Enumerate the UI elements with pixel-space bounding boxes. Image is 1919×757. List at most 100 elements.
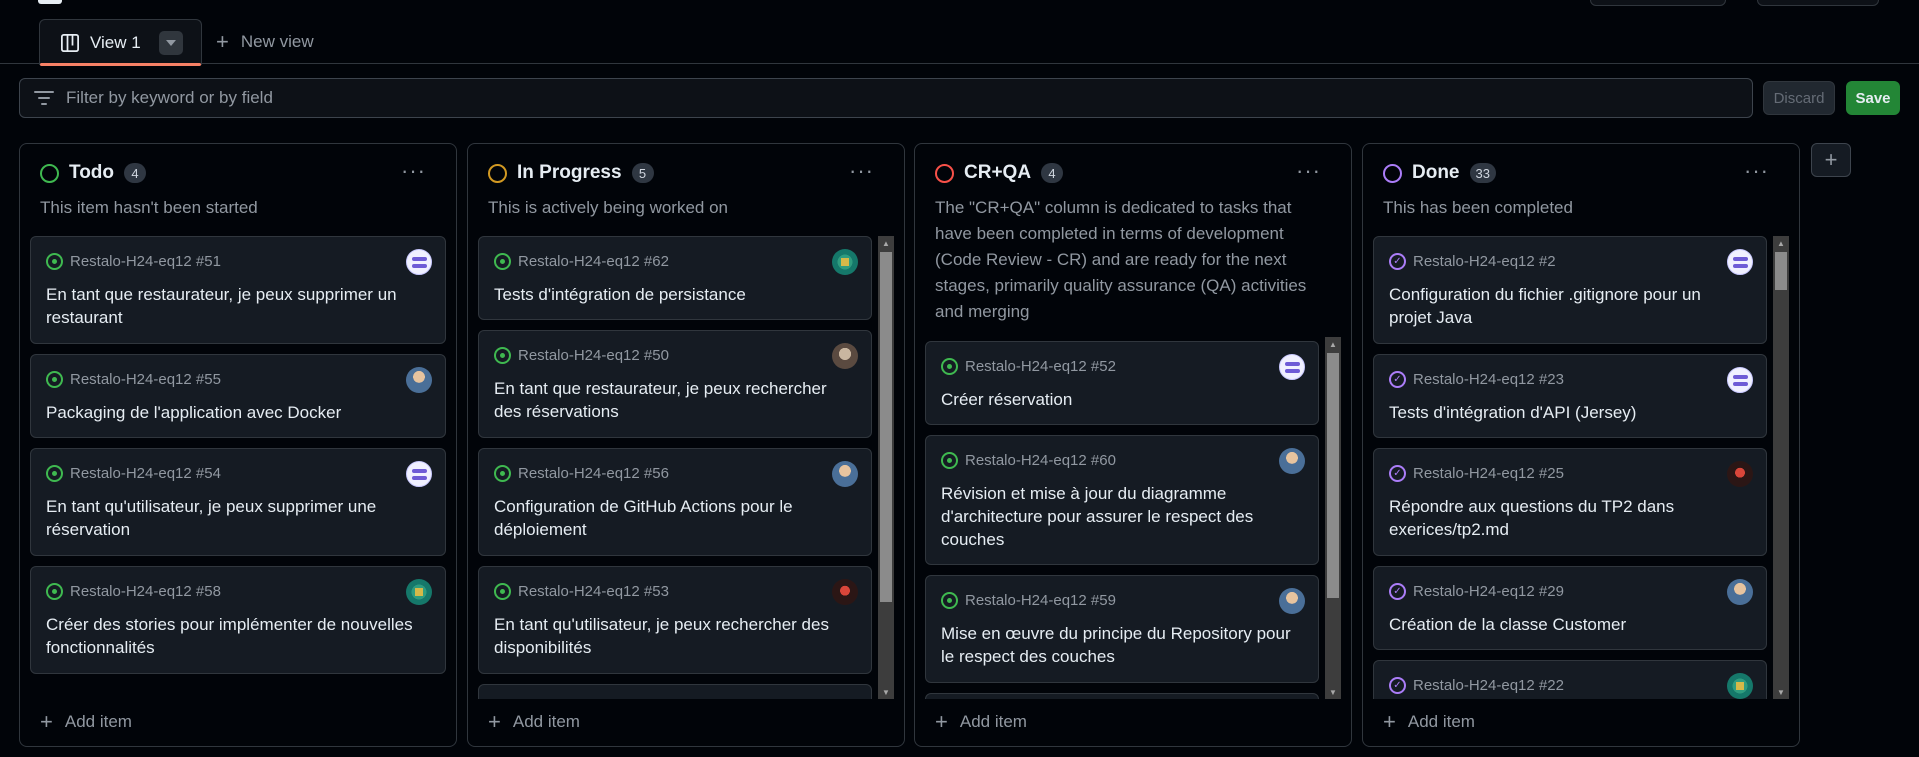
add-item-button[interactable]: + Add item [40, 708, 132, 736]
issue-card[interactable]: Restalo-H24-eq12 #60 Révision et mise à … [925, 435, 1319, 565]
scrollbar[interactable]: ▲ ▼ [1325, 337, 1341, 699]
avatar[interactable] [832, 461, 858, 487]
scrollbar-thumb[interactable] [1327, 353, 1339, 598]
column-title: Todo [69, 162, 115, 183]
avatar[interactable] [1279, 588, 1305, 614]
column-count: 4 [1041, 163, 1064, 183]
add-column-button[interactable]: + [1811, 143, 1851, 177]
issue-card[interactable]: Restalo-H24-eq12 #54 En tant qu'utilisat… [30, 448, 446, 556]
avatar[interactable] [406, 367, 432, 393]
view-options-button[interactable] [158, 30, 183, 55]
issue-title[interactable]: En tant que restaurateur, je peux recher… [494, 377, 857, 423]
scrollbar-thumb[interactable] [1775, 252, 1787, 290]
avatar[interactable] [832, 249, 858, 275]
new-view-button[interactable]: + New view [216, 26, 314, 58]
avatar[interactable] [1279, 354, 1305, 380]
scroll-down-icon[interactable]: ▼ [878, 685, 894, 699]
scroll-up-icon[interactable]: ▲ [1773, 236, 1789, 250]
issue-card[interactable]: Restalo-H24-eq12 #59 Mise en œuvre du pr… [925, 575, 1319, 683]
issue-card[interactable]: Restalo-H24-eq12 #56 Configuration de Gi… [478, 448, 872, 556]
issue-ref: Restalo-H24-eq12 #53 [518, 582, 669, 600]
in-progress-status-icon [488, 163, 507, 183]
column-description: The "CR+QA" column is dedicated to tasks… [935, 198, 1307, 321]
issue-title[interactable]: Création de la classe Customer [1389, 613, 1752, 636]
column-menu-button[interactable]: ··· [401, 158, 426, 184]
issue-card[interactable]: ✓ Restalo-H24-eq12 #2 Configuration du fi… [1373, 236, 1767, 344]
avatar[interactable] [1279, 448, 1305, 474]
scroll-up-icon[interactable]: ▲ [878, 236, 894, 250]
issue-card[interactable]: Restalo-H24-eq12 #51 En tant que restaur… [30, 236, 446, 344]
issue-card[interactable]: ✓ Restalo-H24-eq12 #25 Répondre aux quest… [1373, 448, 1767, 556]
issue-card[interactable]: Restalo-H24-eq12 #50 En tant que restaur… [478, 330, 872, 438]
avatar[interactable] [832, 579, 858, 605]
avatar[interactable] [832, 343, 858, 369]
column-description: This is actively being worked on [488, 198, 729, 217]
avatar[interactable] [406, 249, 432, 275]
toolbar-button-partial[interactable] [1590, 0, 1726, 6]
issue-card[interactable] [478, 684, 872, 699]
issue-card[interactable]: Restalo-H24-eq12 #55 Packaging de l'appl… [30, 354, 446, 438]
add-item-button[interactable]: + Add item [488, 708, 580, 736]
issue-card[interactable]: Restalo-H24-eq12 #52 Créer réservation [925, 341, 1319, 425]
issue-closed-icon: ✓ [1389, 582, 1406, 600]
issue-title[interactable]: Tests d'intégration d'API (Jersey) [1389, 401, 1752, 424]
avatar[interactable] [1727, 461, 1753, 487]
avatar[interactable] [406, 461, 432, 487]
filter-input[interactable]: Filter by keyword or by field [19, 78, 1753, 118]
issue-ref: Restalo-H24-eq12 #52 [965, 357, 1116, 375]
issue-title[interactable]: Configuration de GitHub Actions pour le … [494, 495, 857, 541]
issue-ref: Restalo-H24-eq12 #62 [518, 252, 669, 270]
issue-title[interactable]: Créer des stories pour implémenter de no… [46, 613, 431, 659]
tab-view-1[interactable]: View 1 [39, 19, 202, 66]
column-menu-button[interactable]: ··· [849, 158, 874, 184]
cr-qa-status-icon [935, 163, 954, 183]
column-menu-button[interactable]: ··· [1296, 158, 1321, 184]
avatar[interactable] [1727, 367, 1753, 393]
filter-icon [34, 91, 54, 105]
board-icon [61, 33, 79, 52]
issue-title[interactable]: Configuration du fichier .gitignore pour… [1389, 283, 1752, 329]
filter-placeholder: Filter by keyword or by field [66, 88, 273, 107]
issue-title[interactable]: Packaging de l'application avec Docker [46, 401, 431, 424]
add-item-button[interactable]: + Add item [1383, 708, 1475, 736]
issue-card[interactable]: ✓ Restalo-H24-eq12 #23 Tests d'intégratio… [1373, 354, 1767, 438]
toolbar-button-group-partial[interactable] [1757, 0, 1879, 6]
issue-card[interactable]: ✓ Restalo-H24-eq12 #29 Création de la cla… [1373, 566, 1767, 650]
issue-title[interactable]: En tant qu'utilisateur, je peux supprime… [46, 495, 431, 541]
issue-title[interactable]: En tant que restaurateur, je peux suppri… [46, 283, 431, 329]
issue-title[interactable]: Révision et mise à jour du diagramme d'a… [941, 482, 1304, 551]
save-button[interactable]: Save [1846, 81, 1900, 115]
issue-card[interactable]: Restalo-H24-eq12 #53 En tant qu'utilisat… [478, 566, 872, 674]
issue-title[interactable]: En tant qu'utilisateur, je peux recherch… [494, 613, 857, 659]
add-item-button[interactable]: + Add item [935, 708, 1027, 736]
issue-title[interactable]: Tests d'intégration de persistance [494, 283, 857, 306]
discard-button[interactable]: Discard [1763, 81, 1835, 115]
scroll-up-icon[interactable]: ▲ [1325, 337, 1341, 351]
scrollbar[interactable]: ▲ ▼ [1773, 236, 1789, 699]
issue-title[interactable]: Répondre aux questions du TP2 dans exeri… [1389, 495, 1752, 541]
issue-card[interactable] [925, 693, 1319, 699]
issue-title[interactable]: Mise en œuvre du principe du Repository … [941, 622, 1304, 668]
avatar[interactable] [1727, 249, 1753, 275]
issue-closed-icon: ✓ [1389, 676, 1406, 694]
scrollbar-thumb[interactable] [880, 252, 892, 602]
issue-title[interactable]: Créer réservation [941, 388, 1304, 411]
card-list: Restalo-H24-eq12 #62 Tests d'intégration… [478, 236, 872, 699]
scroll-down-icon[interactable]: ▼ [1773, 685, 1789, 699]
avatar[interactable] [1727, 579, 1753, 605]
avatar[interactable] [1727, 673, 1753, 699]
card-list: Restalo-H24-eq12 #51 En tant que restaur… [30, 236, 446, 676]
issue-card[interactable]: Restalo-H24-eq12 #58 Créer des stories p… [30, 566, 446, 674]
scroll-down-icon[interactable]: ▼ [1325, 685, 1341, 699]
scrollbar[interactable]: ▲ ▼ [878, 236, 894, 699]
view-tab-bar: View 1 + New view [0, 0, 1919, 66]
issue-card[interactable]: ✓ Restalo-H24-eq12 #22 [1373, 660, 1767, 699]
issue-card[interactable]: Restalo-H24-eq12 #62 Tests d'intégration… [478, 236, 872, 320]
issue-ref: Restalo-H24-eq12 #23 [1413, 370, 1564, 388]
add-item-label: Add item [1407, 712, 1475, 731]
avatar[interactable] [406, 579, 432, 605]
tab-view-label: View 1 [90, 32, 141, 52]
issue-open-icon [494, 464, 511, 482]
issue-open-icon [46, 582, 63, 600]
column-menu-button[interactable]: ··· [1744, 158, 1769, 184]
